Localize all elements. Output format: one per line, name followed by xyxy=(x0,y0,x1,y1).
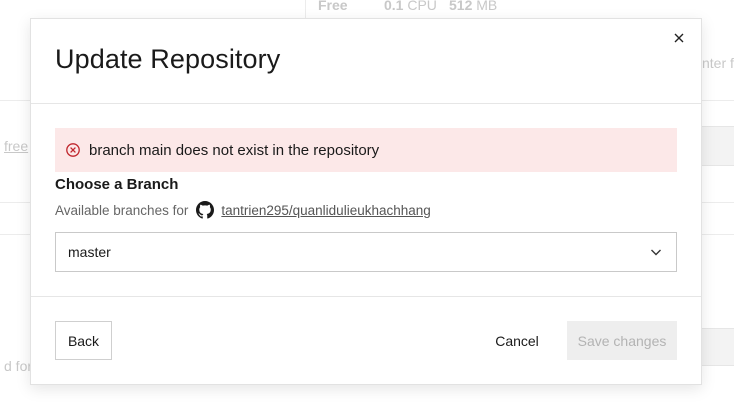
background-row-line xyxy=(700,100,734,101)
background-divider xyxy=(305,0,306,18)
dialog-title: Update Repository xyxy=(55,44,281,74)
background-text-left: d for xyxy=(4,358,33,374)
branch-select[interactable]: master xyxy=(55,232,677,272)
available-branches-label: Available branches for xyxy=(55,202,189,218)
error-message: branch main does not exist in the reposi… xyxy=(89,141,380,159)
background-row-line xyxy=(0,202,30,203)
error-circle-x-icon xyxy=(65,142,81,158)
background-row-line xyxy=(700,234,734,235)
update-repository-dialog: Update Repository branch main does not e… xyxy=(30,18,702,385)
background-link-left: free xyxy=(4,138,29,154)
close-button[interactable] xyxy=(669,29,689,49)
choose-branch-heading: Choose a Branch xyxy=(55,176,179,193)
selected-branch-value: master xyxy=(68,244,111,260)
plan-name: Free xyxy=(318,0,348,13)
memory-value: 512 MB xyxy=(449,0,498,13)
cancel-button[interactable]: Cancel xyxy=(483,321,551,360)
dialog-header: Update Repository xyxy=(31,19,701,104)
repository-link[interactable]: tantrien295/quanlidulieukhachhang xyxy=(221,203,430,218)
error-alert: branch main does not exist in the reposi… xyxy=(55,128,677,172)
cpu-value: 0.1 CPU xyxy=(384,0,437,13)
available-branches-line: Available branches for tantrien295/quanl… xyxy=(55,201,431,219)
background-row-line xyxy=(700,202,734,203)
save-changes-button[interactable]: Save changes xyxy=(567,321,677,360)
background-text-right: nter fo xyxy=(702,55,734,71)
back-button[interactable]: Back xyxy=(55,321,112,360)
background-box xyxy=(700,126,734,166)
background-box xyxy=(700,328,734,366)
background-row-line xyxy=(0,234,30,235)
chevron-down-icon xyxy=(650,246,662,258)
footer-divider xyxy=(31,296,701,297)
github-icon xyxy=(196,201,215,219)
background-row-line xyxy=(0,100,30,101)
close-icon xyxy=(673,32,685,47)
